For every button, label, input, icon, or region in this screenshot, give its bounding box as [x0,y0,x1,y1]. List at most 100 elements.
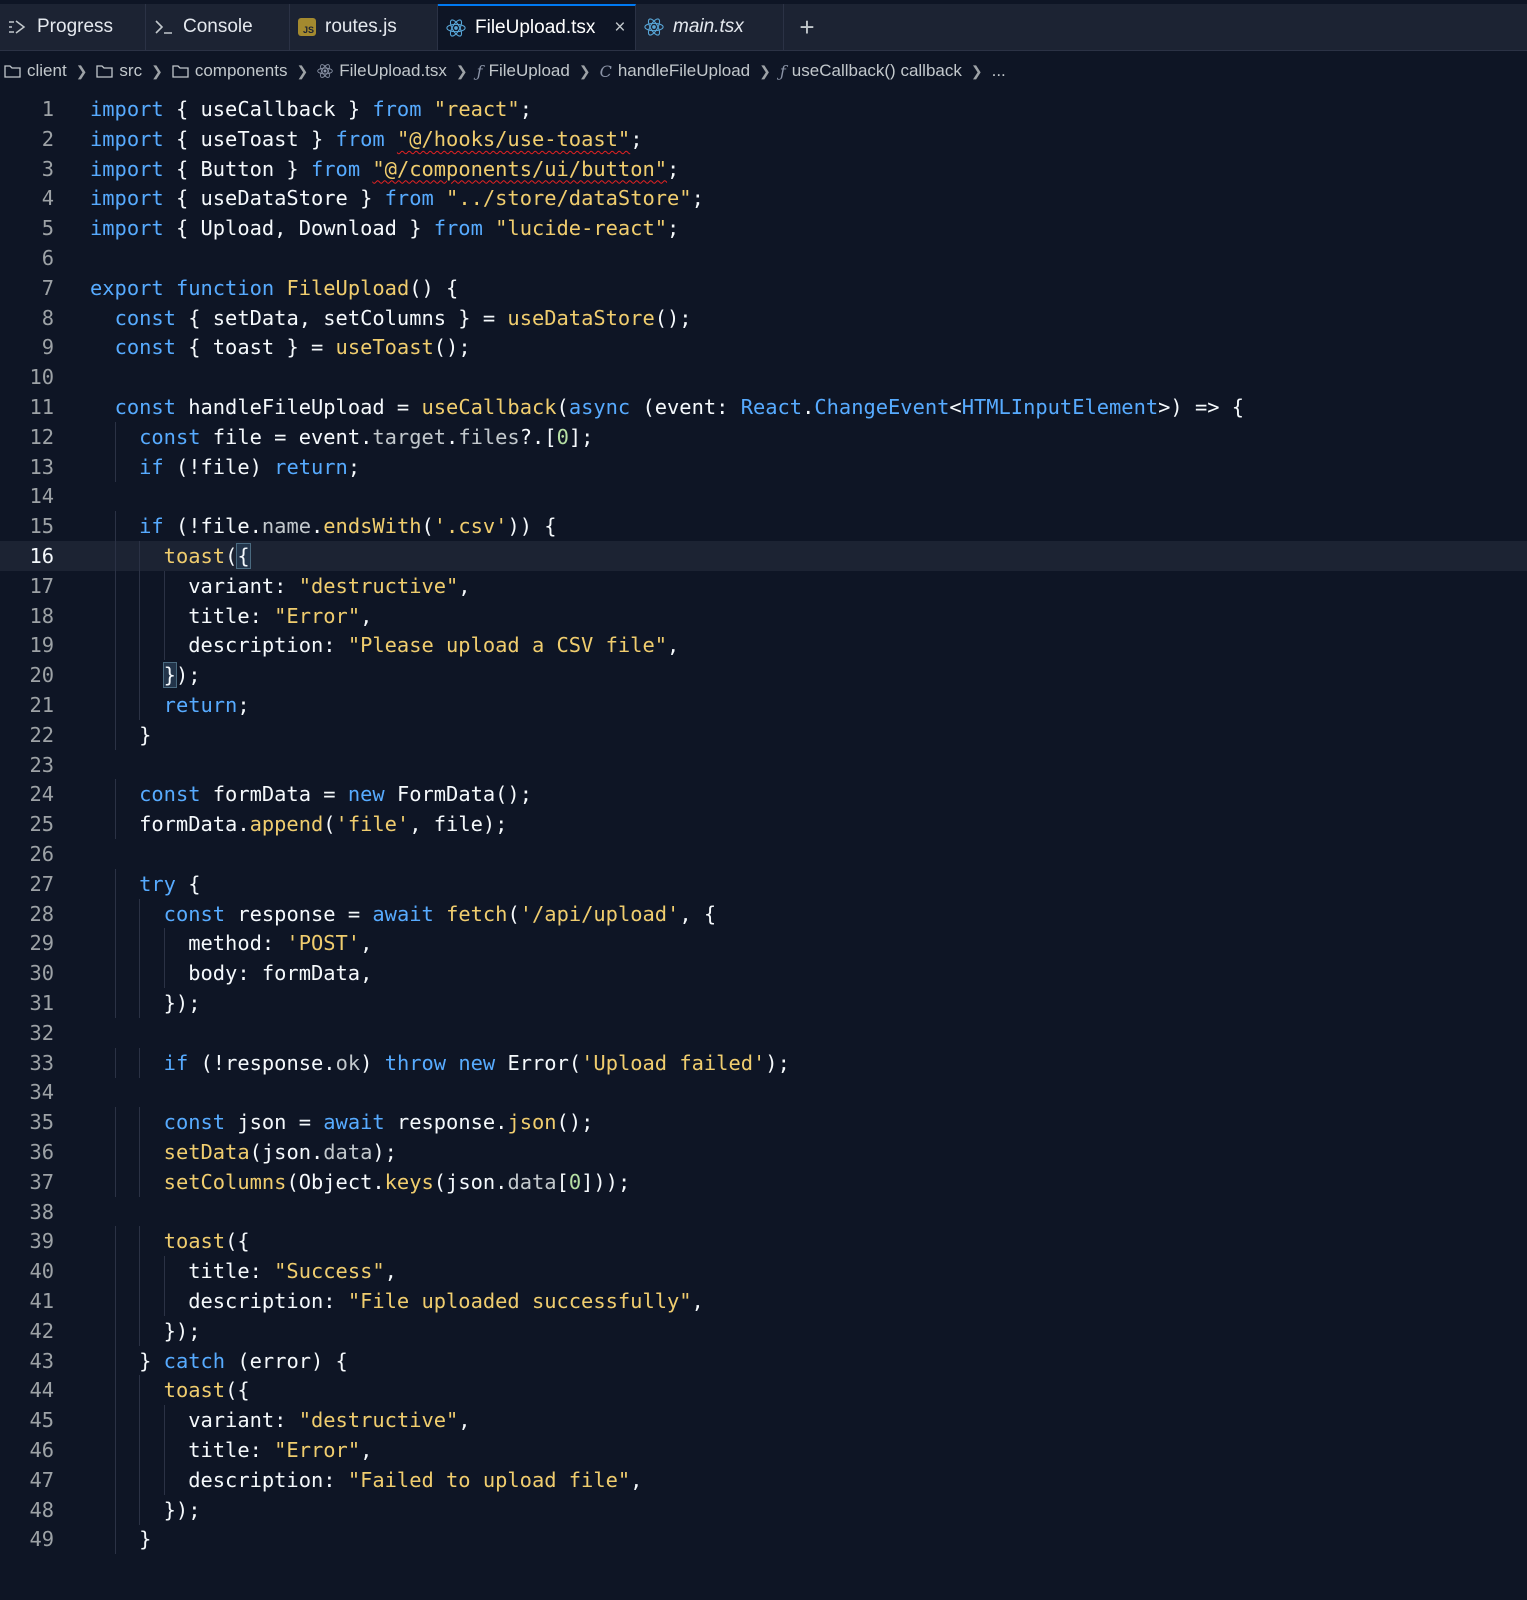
code-line[interactable]: 37 setColumns(Object.keys(json.data[0]))… [0,1166,1527,1197]
new-tab-button[interactable]: + [784,4,832,50]
code-line[interactable]: 20 }); [0,660,1527,691]
code-line[interactable]: 25 formData.append('file', file); [0,809,1527,840]
code-text: const response = await fetch('/api/uploa… [163,901,717,926]
breadcrumb-item-function[interactable]: ƒ FileUpload [477,61,570,81]
code-line[interactable]: 16 toast({ [0,541,1527,571]
code-line[interactable]: 18 title: "Error", [0,600,1527,631]
code-line[interactable]: 23 [0,750,1527,780]
line-number: 17 [29,573,54,598]
code-line[interactable]: 3 import { Button } from "@/components/ui… [0,154,1527,184]
function-icon: ƒ [476,61,483,81]
line-number: 45 [29,1408,54,1433]
breadcrumb-item-callback[interactable]: ƒ useCallback() callback [780,61,962,81]
code-line[interactable]: 48 }); [0,1494,1527,1525]
breadcrumb-item-file[interactable]: FileUpload.tsx [317,61,447,81]
tab-progress[interactable]: Progress [0,4,146,50]
code-line[interactable]: 49 } [0,1524,1527,1555]
code-line[interactable]: 35 const json = await response.json(); [0,1107,1527,1138]
line-number: 44 [29,1378,54,1403]
code-line[interactable]: 10 [0,362,1527,392]
line-number: 36 [29,1140,54,1164]
tab-fileupload-tsx[interactable]: FileUpload.tsx × [438,4,636,50]
code-text: title: "Error", [90,603,373,628]
code-line[interactable]: 24 const formData = new FormData(); [0,779,1527,810]
line-number: 25 [29,812,54,837]
breadcrumb-label: components [194,61,288,80]
line-number: 10 [29,365,54,390]
line-number: 30 [29,961,54,986]
line-number: 35 [29,1110,54,1135]
code-line[interactable]: 33 if (!response.ok) throw new Error('Up… [0,1047,1527,1078]
folder-icon [172,64,189,78]
code-line[interactable]: 12 const file = event.target.files?.[0]; [0,421,1527,452]
code-line[interactable]: 11 const handleFileUpload = useCallback(… [0,392,1527,422]
code-line[interactable]: 26 [0,839,1527,869]
code-editor[interactable]: 1 import { useCallback } from "react"; 2 im… [0,91,1527,1600]
code-line[interactable]: 9 const { toast } = useToast(); [0,332,1527,362]
code-line[interactable]: 46 title: "Error", [0,1435,1527,1465]
breadcrumb: client ❯ src ❯ components ❯ FileUpload.t… [0,51,1527,91]
code-line[interactable]: 36 setData(json.data); [0,1137,1527,1167]
code-line[interactable]: 15 if (!file.name.endsWith('.csv')) { [0,511,1527,542]
code-text: toast({ [163,1229,250,1254]
code-line[interactable]: 6 [0,243,1527,273]
code-text: description: "File uploaded successfully… [90,1289,704,1313]
code-line[interactable]: 5 import { Upload, Download } from "lucid… [0,213,1527,243]
code-line[interactable]: 19 description: "Please upload a CSV fil… [0,630,1527,661]
line-number: 11 [29,395,54,419]
line-number: 39 [29,1229,54,1254]
code-line[interactable]: 17 variant: "destructive", [0,570,1527,601]
code-line[interactable]: 27 try { [0,868,1527,899]
code-line[interactable]: 39 toast({ [0,1226,1527,1257]
code-text: variant: "destructive", [90,573,471,598]
code-line[interactable]: 2 import { useToast } from "@/hooks/use-t… [0,124,1527,154]
code-text: const { toast } = useToast(); [114,335,471,360]
code-line[interactable]: 1 import { useCallback } from "react"; [0,94,1527,124]
code-line[interactable]: 4 import { useDataStore } from "../store/… [0,183,1527,213]
code-line[interactable]: 47 description: "Failed to upload file", [0,1464,1527,1495]
code-line[interactable]: 14 [0,481,1527,511]
code-line[interactable]: 42 }); [0,1315,1527,1346]
line-number: 14 [29,484,54,509]
code-line[interactable]: 30 body: formData, [0,958,1527,989]
line-number: 24 [29,782,54,807]
react-icon [446,18,466,38]
code-line[interactable]: 13 if (!file) return; [0,451,1527,482]
breadcrumb-item-src[interactable]: src [96,61,142,81]
code-line[interactable]: 31 }); [0,988,1527,1018]
code-line[interactable]: 41 description: "File uploaded successfu… [0,1286,1527,1316]
code-line[interactable]: 28 const response = await fetch('/api/up… [0,898,1527,929]
code-line[interactable]: 34 [0,1077,1527,1107]
breadcrumb-item-client[interactable]: client [4,61,67,81]
code-text: import { useCallback } from "react"; [90,97,532,121]
code-line[interactable]: 38 [0,1197,1527,1227]
line-number: 15 [29,514,54,539]
code-text: title: "Error", [90,1438,373,1462]
code-line[interactable]: 32 [0,1018,1527,1048]
breadcrumb-item-components[interactable]: components [172,61,288,81]
code-line[interactable]: 29 method: 'POST', [0,928,1527,959]
code-text: }); [90,1497,201,1522]
breadcrumb-item-more[interactable]: ... [992,61,1006,81]
code-line[interactable]: 43 } catch (error) { [0,1345,1527,1376]
line-number: 37 [29,1169,54,1194]
code-line[interactable]: 7 export function FileUpload() { [0,273,1527,303]
line-number: 12 [29,424,54,449]
breadcrumb-item-constant[interactable]: C handleFileUpload [600,61,751,81]
code-line[interactable]: 44 toast({ [0,1375,1527,1406]
code-text: body: formData, [90,961,373,986]
chevron-right-icon: ❯ [75,62,88,79]
tab-console[interactable]: Console [146,4,290,50]
code-line[interactable]: 45 variant: "destructive", [0,1405,1527,1436]
close-icon[interactable]: × [614,17,625,39]
line-number: 16 [29,544,54,568]
breadcrumb-label: ... [991,61,1006,80]
tab-routes-js[interactable]: JS routes.js [290,4,438,50]
code-line[interactable]: 22 } [0,719,1527,750]
line-number: 7 [41,275,54,300]
code-line[interactable]: 21 return; [0,690,1527,720]
tab-main-tsx[interactable]: main.tsx [636,4,784,50]
code-line[interactable]: 40 title: "Success", [0,1256,1527,1287]
code-text: const file = event.target.files?.[0]; [139,424,594,449]
code-line[interactable]: 8 const { setData, setColumns } = useDat… [0,303,1527,333]
